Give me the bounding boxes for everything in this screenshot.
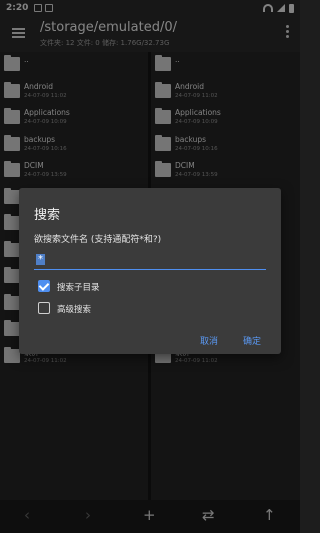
dialog-title: 搜索 [34, 208, 61, 223]
search-input[interactable] [34, 250, 266, 270]
search-dialog: 搜索 欲搜索文件名 (支持通配符*和?) * 搜索子目录 高级搜索 取消 确定 [19, 188, 281, 354]
advanced-search-checkbox[interactable] [38, 302, 50, 314]
search-input-value[interactable]: * [36, 254, 45, 265]
ok-button[interactable]: 确定 [243, 334, 261, 347]
search-label: 欲搜索文件名 (支持通配符*和?) [34, 235, 162, 245]
cancel-button[interactable]: 取消 [200, 334, 218, 347]
search-subdir-checkbox[interactable] [38, 280, 50, 292]
advanced-search-label[interactable]: 高级搜索 [57, 303, 91, 315]
search-subdir-label[interactable]: 搜索子目录 [57, 281, 100, 293]
